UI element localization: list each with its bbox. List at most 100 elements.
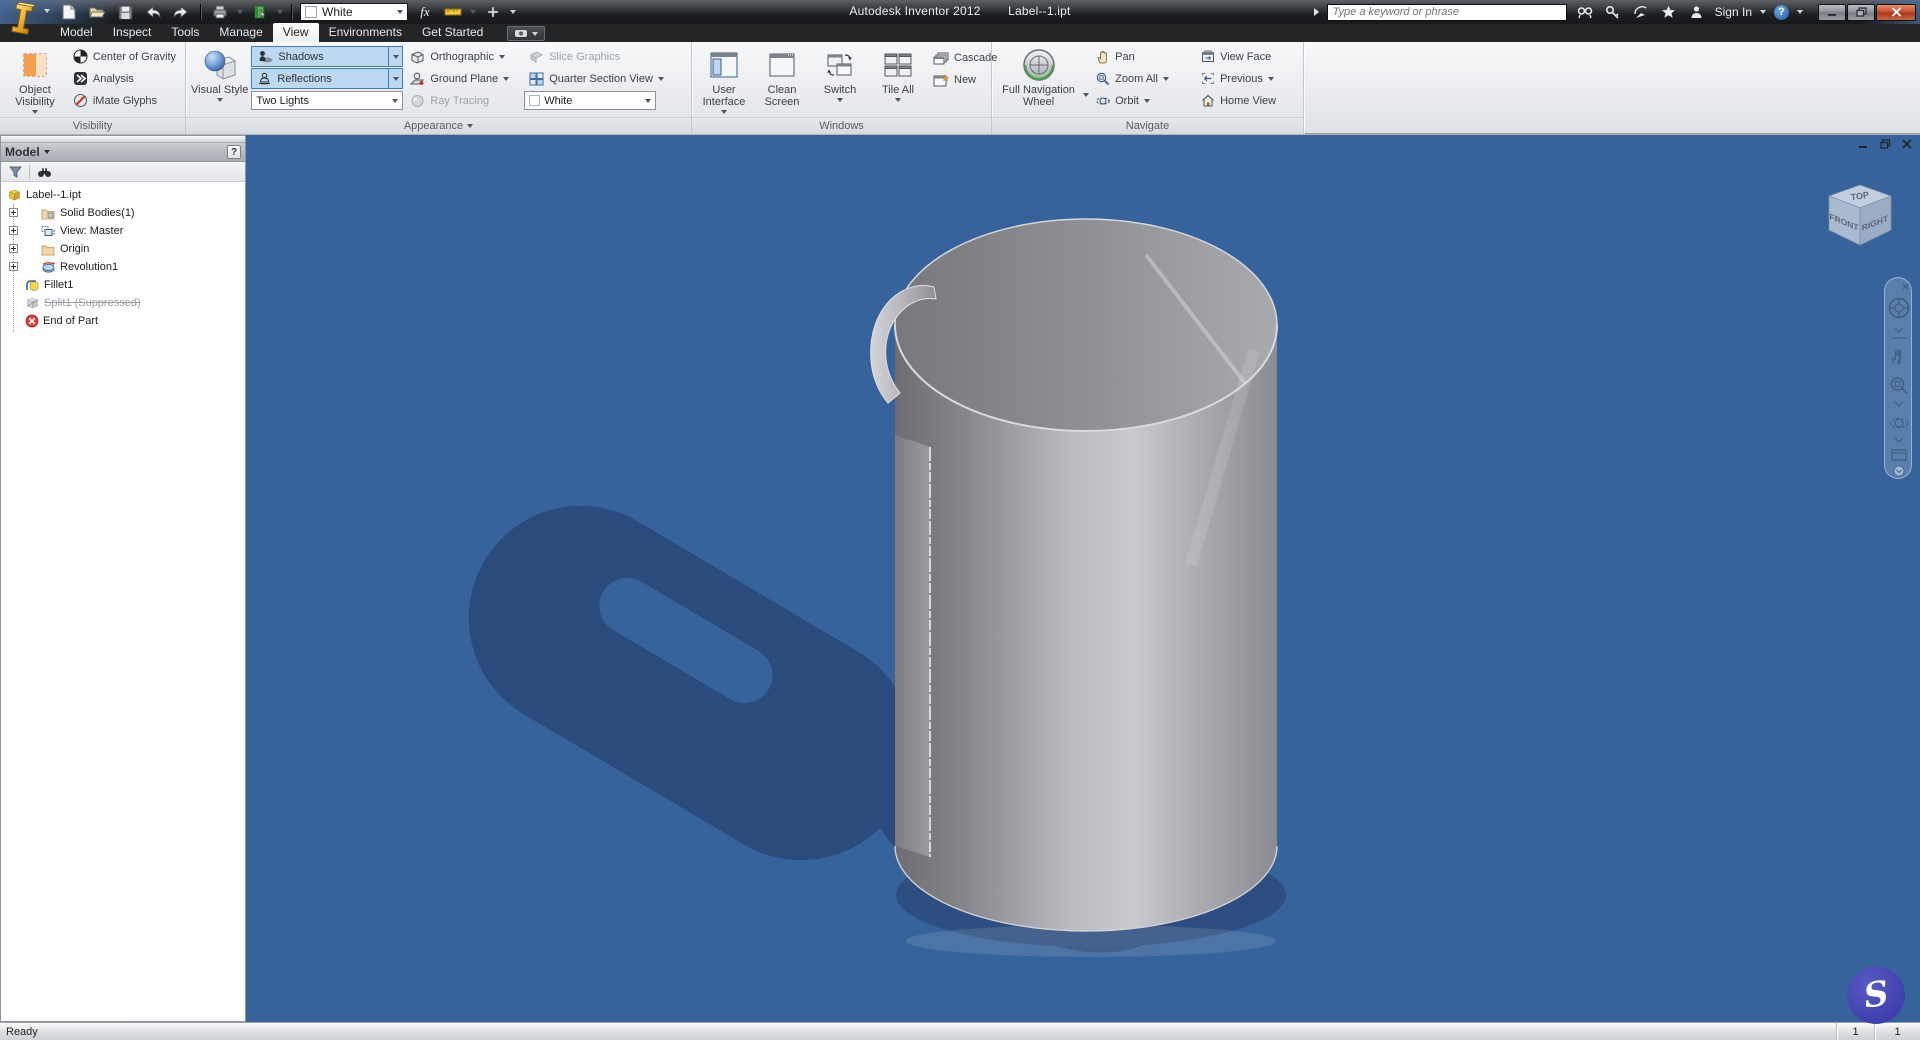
visual-style-button[interactable]: Visual Style [190, 45, 249, 117]
redo-button[interactable] [170, 2, 192, 22]
parameters-fx-button[interactable]: fx [414, 2, 436, 22]
tree-item-end-of-part[interactable]: End of Part [1, 312, 245, 330]
browser-filter-button[interactable] [5, 164, 25, 180]
tree-item-part-root[interactable]: Label--1.ipt [1, 186, 245, 204]
expand-plus-icon[interactable] [9, 262, 18, 271]
tree-item-revolution1[interactable]: Revolution1 [1, 258, 245, 276]
expand-plus-icon[interactable] [9, 244, 18, 253]
zoom-all-button[interactable]: Zoom All [1091, 68, 1194, 89]
viewcube[interactable]: TOP FRONT RIGHT [1822, 177, 1898, 255]
material-button[interactable] [249, 2, 271, 22]
open-file-button[interactable] [86, 2, 108, 22]
print-caret-icon[interactable] [237, 10, 243, 14]
tree-item-solid-bodies[interactable]: Solid Bodies(1) [1, 204, 245, 222]
tab-get-started[interactable]: Get Started [412, 23, 493, 42]
user-icon[interactable] [1687, 3, 1707, 21]
tree-item-split1-suppressed[interactable]: Split1 (Suppressed) [1, 294, 245, 312]
full-navigation-wheel-button[interactable]: Full Navigation Wheel [996, 45, 1081, 117]
material-caret-icon[interactable] [277, 10, 283, 14]
tile-all-button[interactable]: Tile All [870, 45, 926, 117]
orthographic-button[interactable]: Orthographic [405, 46, 522, 67]
browser-title-dropdown[interactable]: Model [5, 145, 50, 159]
user-interface-button[interactable]: User Interface [696, 45, 752, 117]
tab-inspect[interactable]: Inspect [103, 23, 162, 42]
screen-recorder-badge[interactable]: S [1847, 966, 1905, 1024]
viewport-color-combobox[interactable]: White [524, 91, 657, 110]
view-face-button[interactable]: View Face [1196, 46, 1299, 67]
tab-environments[interactable]: Environments [319, 23, 412, 42]
navbar-orbit-caret-icon[interactable] [1894, 437, 1904, 443]
navbar-pan-icon[interactable] [1892, 349, 1901, 365]
navbar-zoom-icon[interactable] [1890, 377, 1908, 395]
orbit-button[interactable]: Orbit [1091, 90, 1194, 111]
navigation-bar[interactable] [1884, 277, 1912, 479]
tab-view[interactable]: View [272, 23, 319, 42]
close-button[interactable] [1876, 3, 1916, 21]
reflections-caret-button[interactable] [389, 68, 404, 89]
sign-in-caret-icon[interactable] [1760, 10, 1766, 14]
panel-label-windows[interactable]: Windows [692, 117, 991, 134]
communication-center-icon[interactable] [1631, 3, 1651, 21]
help-icon[interactable]: ? [1774, 4, 1789, 20]
shadows-caret-button[interactable] [389, 46, 404, 67]
application-menu-caret-icon[interactable] [44, 9, 50, 13]
application-menu-button[interactable] [2, 0, 42, 40]
add-command-button[interactable] [482, 2, 504, 22]
switch-windows-button[interactable]: Switch [812, 45, 868, 117]
imate-glyphs-button[interactable]: iMate Glyphs [68, 90, 181, 111]
document-close-button[interactable] [1900, 138, 1914, 150]
restore-button[interactable] [1847, 3, 1875, 21]
tree-item-origin[interactable]: Origin [1, 240, 245, 258]
document-minimize-button[interactable] [1856, 138, 1870, 150]
tab-manage[interactable]: Manage [209, 23, 272, 42]
help-caret-icon[interactable] [1797, 10, 1803, 14]
lights-combobox[interactable]: Two Lights [251, 91, 404, 110]
tab-tools[interactable]: Tools [161, 23, 209, 42]
pan-button[interactable]: Pan [1091, 46, 1194, 67]
shadows-button[interactable]: Shadows [251, 46, 390, 67]
clean-screen-button[interactable]: Clean Screen [754, 45, 810, 117]
object-visibility-button[interactable]: Object Visibility [4, 45, 66, 117]
navbar-orbit-icon[interactable] [1889, 418, 1909, 428]
slice-graphics-button[interactable]: Slice Graphics [524, 46, 687, 67]
analysis-button[interactable]: Analysis [68, 68, 181, 89]
tab-model[interactable]: Model [50, 23, 103, 42]
measure-button[interactable] [442, 2, 464, 22]
favorites-star-icon[interactable] [1659, 3, 1679, 21]
new-file-button[interactable] [58, 2, 80, 22]
navbar-close-icon[interactable] [1902, 283, 1909, 290]
subscription-key-icon[interactable] [1603, 3, 1623, 21]
save-button[interactable] [114, 2, 136, 22]
expand-plus-icon[interactable] [9, 226, 18, 235]
navbar-zoom-caret-icon[interactable] [1894, 401, 1904, 407]
undo-button[interactable] [142, 2, 164, 22]
document-restore-button[interactable] [1878, 138, 1892, 150]
measure-caret-icon[interactable] [470, 10, 476, 14]
navbar-more-icon[interactable] [1893, 465, 1905, 477]
panel-label-navigate[interactable]: Navigate [992, 117, 1303, 134]
tree-item-fillet1[interactable]: Fillet1 [1, 276, 245, 294]
viewport-3d[interactable]: TOP FRONT RIGHT [246, 135, 1920, 1022]
quarter-section-view-button[interactable]: Quarter Section View [524, 68, 687, 89]
navbar-view-face-icon[interactable] [1891, 449, 1907, 461]
panel-label-visibility[interactable]: Visibility [0, 117, 185, 134]
navbar-wheel-caret-icon[interactable] [1894, 327, 1904, 333]
color-override-combobox[interactable]: White [300, 3, 408, 21]
expand-plus-icon[interactable] [9, 208, 18, 217]
navbar-steering-wheel-icon[interactable] [1888, 297, 1910, 319]
label-cylinder-model[interactable] [870, 218, 1278, 932]
full-navigation-wheel-caret-icon[interactable] [1083, 93, 1090, 97]
reflections-button[interactable]: Reflections [251, 68, 390, 89]
ground-plane-button[interactable]: Ground Plane [405, 68, 522, 89]
browser-grip[interactable] [1, 136, 245, 143]
browser-help-button[interactable]: ? [227, 145, 241, 159]
previous-view-button[interactable]: Previous [1196, 68, 1299, 89]
center-of-gravity-button[interactable]: Center of Gravity [68, 46, 181, 67]
print-button[interactable] [209, 2, 231, 22]
search-expander-icon[interactable] [1313, 8, 1319, 16]
ray-tracing-button[interactable]: Ray Tracing [405, 90, 522, 111]
panel-label-appearance[interactable]: Appearance [186, 117, 691, 134]
browser-find-button[interactable] [34, 164, 54, 180]
qat-customize-caret-icon[interactable] [510, 10, 516, 14]
ribbon-display-options-button[interactable] [507, 26, 546, 41]
